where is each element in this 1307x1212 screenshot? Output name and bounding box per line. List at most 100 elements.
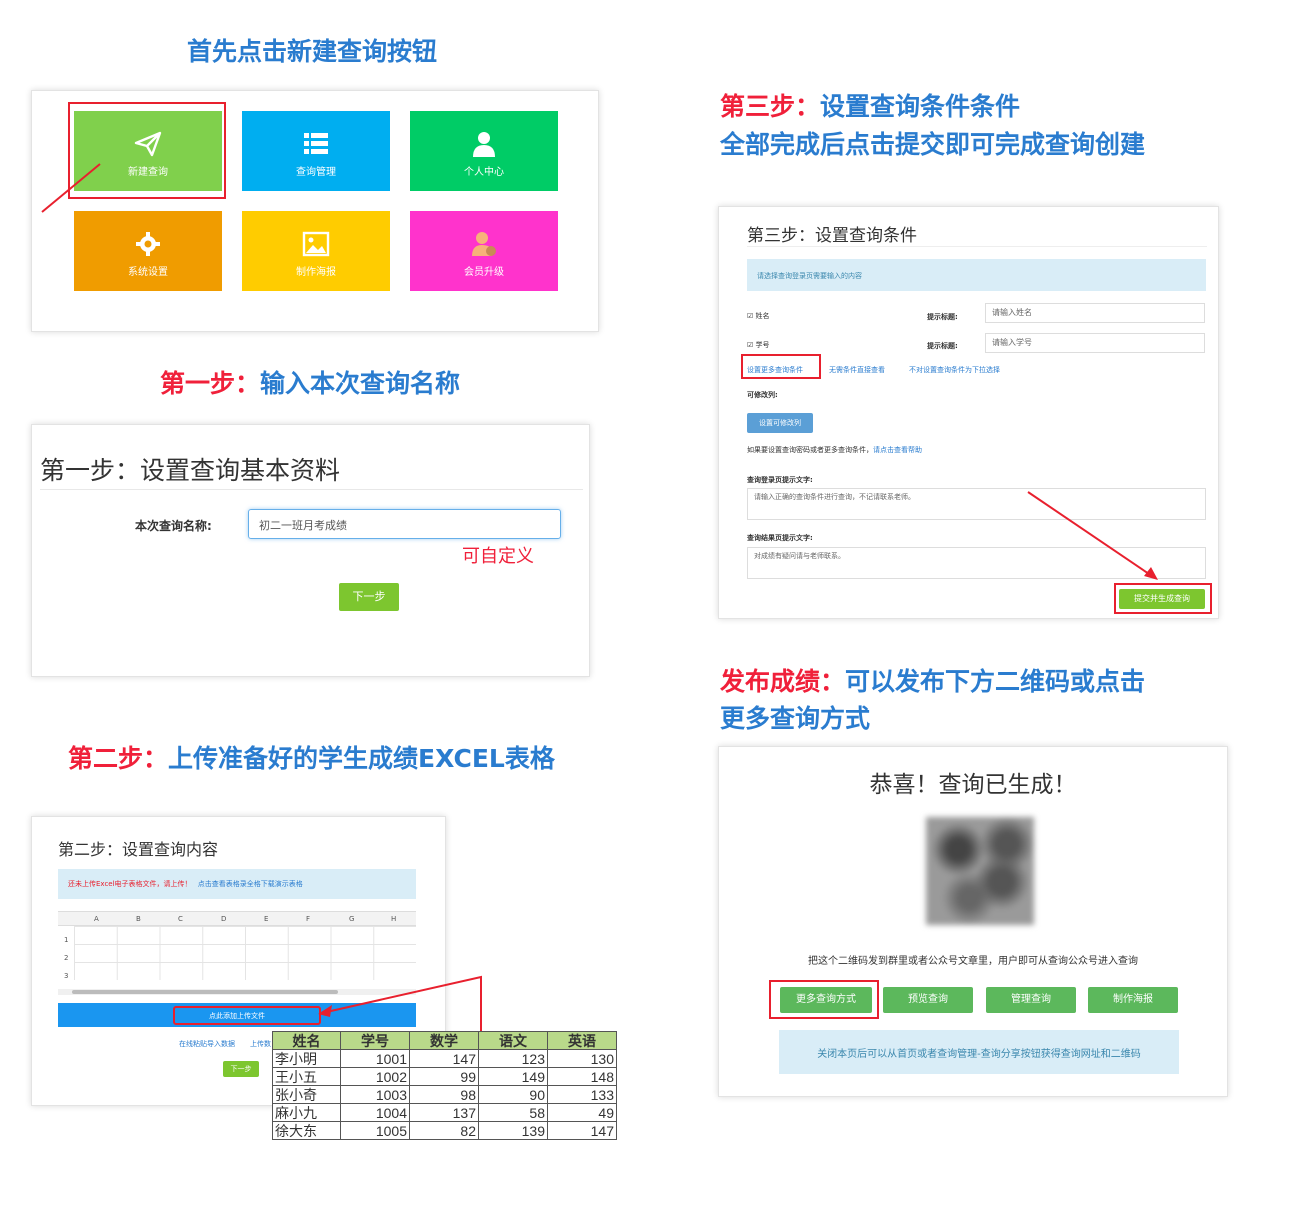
submit-arrow bbox=[1027, 491, 1158, 580]
cell: 98 bbox=[409, 1085, 479, 1104]
excel-header: 语文 bbox=[478, 1031, 548, 1050]
scrollbar-thumb[interactable] bbox=[72, 990, 338, 994]
dropdown-condition-link[interactable]: 不对设置查询条件为下拉选择 bbox=[909, 365, 1000, 375]
tile-member-upgrade[interactable]: 会员升级 bbox=[410, 211, 558, 291]
cell: 147 bbox=[409, 1049, 479, 1068]
cell: 49 bbox=[547, 1103, 617, 1122]
cell: 1004 bbox=[340, 1103, 410, 1122]
publish-footer: 关闭本页后可以从首页或者查询管理-查询分享按钮获得查询网址和二维码 bbox=[779, 1030, 1179, 1074]
upload-highlight-box bbox=[173, 1006, 321, 1025]
divider bbox=[40, 489, 583, 490]
preview-query-button[interactable]: 预览查询 bbox=[883, 987, 973, 1013]
user-icon bbox=[473, 132, 495, 157]
help-text: 如果要设置查询密码或者更多查询条件，请点击查看帮助 bbox=[747, 445, 922, 455]
excel-header: 学号 bbox=[340, 1031, 410, 1050]
make-poster-button[interactable]: 制作海报 bbox=[1088, 987, 1178, 1013]
cond-name-input[interactable]: 请输入姓名 bbox=[985, 303, 1205, 323]
cell: 99 bbox=[409, 1067, 479, 1086]
tile-personal-center[interactable]: 个人中心 bbox=[410, 111, 558, 191]
col-header: E bbox=[264, 915, 269, 923]
tile-query-manage[interactable]: 查询管理 bbox=[242, 111, 390, 191]
step3-title: 第三步：设置查询条件 bbox=[747, 226, 917, 246]
cell: 麻小九 bbox=[272, 1103, 341, 1122]
notice-blue-link[interactable]: 点击查看表格录全格下载演示表格 bbox=[198, 880, 303, 888]
step1-heading-prefix: 第一步： bbox=[160, 369, 261, 398]
divider bbox=[747, 246, 1207, 247]
row-header: 1 bbox=[64, 936, 69, 944]
step1-heading: 第一步：输入本次查询名称 bbox=[160, 364, 460, 400]
step3-heading: 第三步：设置查询条件条件 bbox=[720, 87, 1020, 123]
pointer-arrow bbox=[41, 163, 101, 213]
tile-make-poster[interactable]: 制作海报 bbox=[242, 211, 390, 291]
cell: 58 bbox=[478, 1103, 548, 1122]
cell: 王小五 bbox=[272, 1067, 341, 1086]
cell: 147 bbox=[547, 1121, 617, 1140]
row-header: 3 bbox=[64, 972, 69, 980]
image-icon bbox=[302, 231, 330, 257]
custom-note: 可自定义 bbox=[462, 546, 534, 567]
cond-name-checkbox[interactable]: ☑ 姓名 bbox=[747, 311, 770, 321]
cell: 149 bbox=[478, 1067, 548, 1086]
table-row: 王小五 1002 99 149 148 bbox=[272, 1067, 617, 1086]
cell: 张小奇 bbox=[272, 1085, 341, 1104]
excel-header: 姓名 bbox=[272, 1031, 341, 1050]
intro-heading: 首先点击新建查询按钮 bbox=[187, 37, 438, 66]
cell: 1003 bbox=[340, 1085, 410, 1104]
editable-columns-button[interactable]: 设置可修改列 bbox=[747, 413, 813, 433]
help-text-body: 如果要设置查询密码或者更多查询条件， bbox=[747, 446, 873, 454]
tile-label: 制作海报 bbox=[296, 267, 336, 278]
tile-label: 系统设置 bbox=[128, 267, 168, 278]
col-header: A bbox=[94, 915, 99, 923]
gear-icon bbox=[136, 232, 160, 256]
table-row: 麻小九 1004 137 58 49 bbox=[272, 1103, 617, 1122]
cond-id-input[interactable]: 请输入学号 bbox=[985, 333, 1205, 353]
publish-heading-text: 可以发布下方二维码或点击 bbox=[845, 667, 1146, 696]
tile-label: 个人中心 bbox=[464, 167, 504, 178]
step2-title: 第二步：设置查询内容 bbox=[58, 840, 219, 859]
cell: 徐大东 bbox=[272, 1121, 341, 1140]
cond-name-label: 姓名 bbox=[755, 312, 770, 320]
help-link[interactable]: 请点击查看帮助 bbox=[873, 446, 922, 454]
publish-heading: 发布成绩：可以发布下方二维码或点击 bbox=[720, 662, 1145, 698]
query-name-input[interactable]: 初二一班月考成绩 bbox=[248, 509, 561, 539]
cond-name-hint-label: 提示标题: bbox=[927, 313, 958, 321]
step1-title: 第一步：设置查询基本资料 bbox=[40, 456, 341, 485]
qr-code-image bbox=[926, 817, 1034, 925]
publish-desc: 把这个二维码发到群里或者公众号文章里，用户即可从查询公众号进入查询 bbox=[808, 956, 1138, 967]
excel-header: 数学 bbox=[409, 1031, 479, 1050]
publish-panel: 恭喜！查询已生成！ 把这个二维码发到群里或者公众号文章里，用户即可从查询公众号进… bbox=[718, 746, 1228, 1097]
publish-title: 恭喜！查询已生成！ bbox=[869, 772, 1077, 798]
cell: 1005 bbox=[340, 1121, 410, 1140]
publish-heading-line2: 更多查询方式 bbox=[720, 704, 871, 733]
step3-heading-line2: 全部完成后点击提交即可完成查询创建 bbox=[720, 130, 1146, 159]
cell: 130 bbox=[547, 1049, 617, 1068]
result-tip-label: 查询结果页提示文字: bbox=[747, 534, 813, 542]
step2-heading-text: 上传准备好的学生成绩EXCEL表格 bbox=[168, 744, 555, 773]
manage-query-button[interactable]: 管理查询 bbox=[986, 987, 1076, 1013]
tile-label: 会员升级 bbox=[464, 267, 504, 278]
excel-table: 姓名 学号 数学 语文 英语 李小明 1001 147 123 130 王小五 … bbox=[272, 1031, 617, 1140]
step2-heading-prefix: 第二步： bbox=[68, 744, 169, 773]
cell: 李小明 bbox=[272, 1049, 341, 1068]
cell: 148 bbox=[547, 1067, 617, 1086]
cell: 1001 bbox=[340, 1049, 410, 1068]
publish-heading-prefix: 发布成绩： bbox=[720, 667, 846, 696]
grid-header-bar bbox=[58, 912, 416, 926]
cond-id-hint-label: 提示标题: bbox=[927, 342, 958, 350]
step3-notice: 请选择查询登录页需要输入的内容 bbox=[747, 259, 1206, 291]
cell: 139 bbox=[478, 1121, 548, 1140]
col-header: B bbox=[136, 915, 141, 923]
step1-next-button[interactable]: 下一步 bbox=[339, 583, 399, 611]
table-row: 张小奇 1003 98 90 133 bbox=[272, 1085, 617, 1104]
tile-system-settings[interactable]: 系统设置 bbox=[74, 211, 222, 291]
no-condition-link[interactable]: 无需条件直接查看 bbox=[829, 365, 885, 375]
notice-red-text: 还未上传Excel电子表格文件，请上传！ bbox=[68, 880, 192, 888]
cond-id-checkbox[interactable]: ☑ 学号 bbox=[747, 340, 770, 350]
step2-next-button[interactable]: 下一步 bbox=[223, 1061, 259, 1077]
col-header: F bbox=[306, 915, 311, 923]
user-upgrade-icon bbox=[472, 232, 496, 256]
excel-header: 英语 bbox=[547, 1031, 617, 1050]
paste-import-link[interactable]: 在线粘贴导入数据 bbox=[179, 1039, 235, 1049]
upload-data-link[interactable]: 上传数 bbox=[250, 1039, 271, 1049]
cell: 123 bbox=[478, 1049, 548, 1068]
